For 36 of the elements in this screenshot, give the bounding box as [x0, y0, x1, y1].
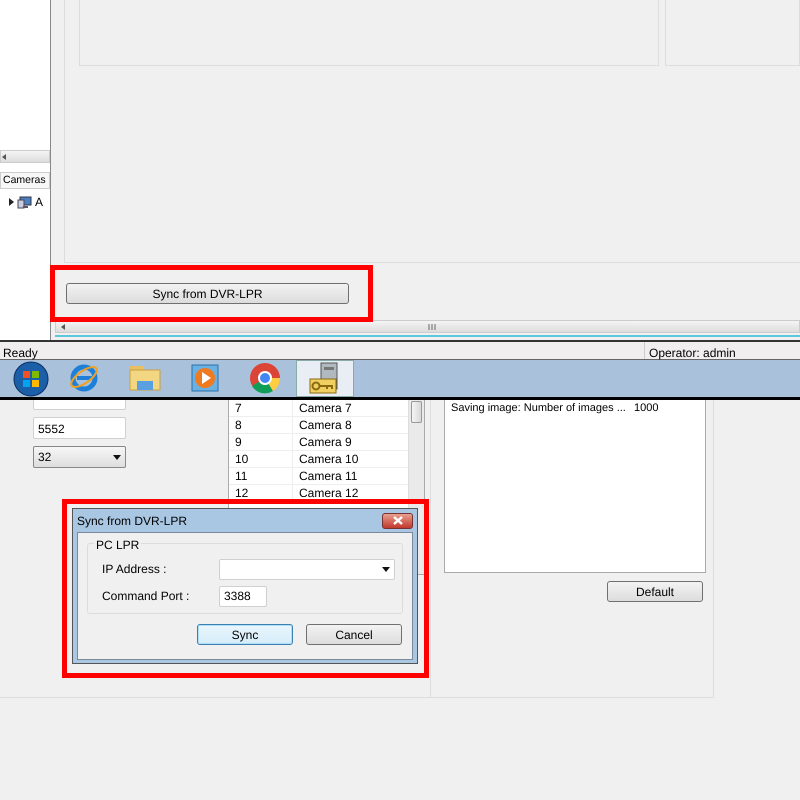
- table-cell: 7: [229, 400, 293, 417]
- table-cell-text: Saving image: Number of images ...: [450, 401, 627, 416]
- caret-icon: [382, 566, 390, 572]
- scroll-left-icon[interactable]: [60, 322, 68, 330]
- dialog-button[interactable]: Cancel: [306, 624, 402, 645]
- table-cell: 12: [229, 485, 293, 502]
- table-cell: 10: [229, 451, 293, 468]
- input-field[interactable]: 5552: [33, 417, 126, 439]
- dropdown[interactable]: 32: [33, 446, 126, 468]
- table-cell: 9: [229, 434, 293, 451]
- taskbar-button[interactable]: [296, 360, 354, 397]
- table-cell: 11: [229, 468, 293, 485]
- scroll-thumb[interactable]: [411, 401, 422, 423]
- start-orb-icon: [13, 360, 49, 396]
- close-icon: [392, 516, 402, 525]
- default-button[interactable]: Default: [607, 581, 703, 602]
- operator-label: Operator: admin: [648, 345, 737, 359]
- field-label: Command Port :: [102, 588, 190, 605]
- close-button[interactable]: [382, 512, 413, 528]
- tab[interactable]: Cameras: [0, 172, 50, 189]
- table-cell-text: 1000: [633, 401, 660, 416]
- scroll-left-icon[interactable]: [1, 152, 9, 160]
- table-cell: 8: [229, 417, 293, 434]
- grip-icon: [426, 322, 436, 330]
- scrollbar[interactable]: [55, 320, 800, 333]
- dialog-button[interactable]: Sync: [197, 624, 293, 645]
- input-field[interactable]: 3388: [219, 586, 267, 606]
- computer-icon: [17, 196, 32, 208]
- field-label: IP Address :: [102, 561, 168, 578]
- tree-item[interactable]: A: [35, 193, 44, 211]
- sync-button[interactable]: Sync from DVR-LPR: [66, 283, 349, 304]
- caret-icon: [113, 454, 121, 460]
- status-text: Ready: [0, 342, 645, 359]
- dialog-title: Sync from DVR-LPR: [77, 512, 188, 530]
- expand-arrow-icon[interactable]: [8, 198, 14, 206]
- scrollbar[interactable]: [0, 150, 50, 163]
